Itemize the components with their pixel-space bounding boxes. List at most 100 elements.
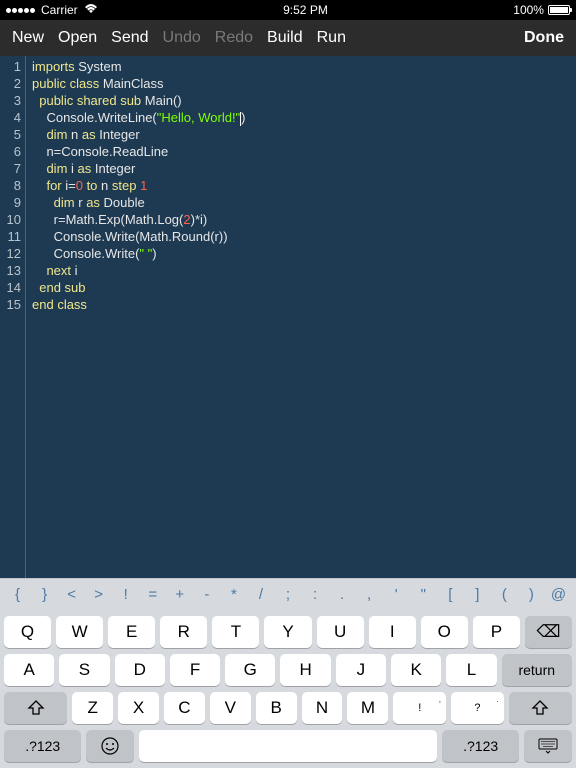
- period-key[interactable]: ?.: [451, 692, 504, 724]
- shift-key-right[interactable]: [509, 692, 572, 724]
- letter-key-l[interactable]: L: [446, 654, 496, 686]
- letter-key-x[interactable]: X: [118, 692, 159, 724]
- letter-key-s[interactable]: S: [59, 654, 109, 686]
- code-area[interactable]: imports System public class MainClass pu…: [26, 56, 576, 578]
- letter-key-z[interactable]: Z: [72, 692, 113, 724]
- shift-icon: [531, 700, 549, 716]
- symbol-key[interactable]: -: [193, 586, 220, 603]
- letter-key-h[interactable]: H: [280, 654, 330, 686]
- symbol-key[interactable]: (: [491, 586, 518, 603]
- shift-key[interactable]: [4, 692, 67, 724]
- code-token: Integer: [96, 127, 140, 142]
- hide-keyboard-key[interactable]: [524, 730, 572, 762]
- code-token: i=: [62, 178, 76, 193]
- keyboard-icon: [537, 738, 559, 754]
- line-number: 3: [0, 92, 21, 109]
- code-token: public: [32, 76, 66, 91]
- keyboard-row: ZXCVBNM !, ?.: [4, 692, 572, 724]
- run-button[interactable]: Run: [317, 29, 346, 47]
- letter-key-b[interactable]: B: [256, 692, 297, 724]
- letter-key-g[interactable]: G: [225, 654, 275, 686]
- return-key[interactable]: return: [502, 654, 572, 686]
- symbol-key[interactable]: ): [518, 586, 545, 603]
- symbol-key[interactable]: @: [545, 586, 572, 603]
- redo-button[interactable]: Redo: [215, 29, 253, 47]
- symbol-key[interactable]: /: [247, 586, 274, 603]
- symbol-key[interactable]: [: [437, 586, 464, 603]
- code-token: public: [39, 93, 73, 108]
- open-button[interactable]: Open: [58, 29, 97, 47]
- letter-key-f[interactable]: F: [170, 654, 220, 686]
- code-token: Double: [100, 195, 145, 210]
- line-number: 1: [0, 58, 21, 75]
- letter-key-v[interactable]: V: [210, 692, 251, 724]
- code-token: r: [75, 195, 87, 210]
- code-token: next: [46, 263, 71, 278]
- done-button[interactable]: Done: [524, 29, 564, 47]
- comma-key[interactable]: !,: [393, 692, 446, 724]
- symbol-key[interactable]: }: [31, 586, 58, 603]
- symbol-key[interactable]: !: [112, 586, 139, 603]
- space-key[interactable]: [139, 730, 437, 762]
- line-number: 7: [0, 160, 21, 177]
- letter-key-q[interactable]: Q: [4, 616, 51, 648]
- code-token: n=Console.ReadLine: [46, 144, 168, 159]
- letter-key-e[interactable]: E: [108, 616, 155, 648]
- emoji-key[interactable]: [86, 730, 134, 762]
- letter-key-n[interactable]: N: [302, 692, 343, 724]
- undo-button[interactable]: Undo: [163, 29, 201, 47]
- backspace-key[interactable]: ⌫: [525, 616, 572, 648]
- letter-key-t[interactable]: T: [212, 616, 259, 648]
- letter-key-p[interactable]: P: [473, 616, 520, 648]
- symbol-key[interactable]: +: [166, 586, 193, 603]
- wifi-icon: [84, 3, 98, 17]
- symbol-key[interactable]: :: [302, 586, 329, 603]
- code-token: 2: [183, 212, 190, 227]
- shift-icon: [27, 700, 45, 716]
- symbol-row: {}<>!=+-*/;:.,'"[]()@: [0, 578, 576, 610]
- number-key-right[interactable]: .?123: [442, 730, 519, 762]
- status-right: 100%: [513, 3, 570, 17]
- symbol-key[interactable]: <: [58, 586, 85, 603]
- letter-key-r[interactable]: R: [160, 616, 207, 648]
- symbol-key[interactable]: =: [139, 586, 166, 603]
- letter-key-c[interactable]: C: [164, 692, 205, 724]
- symbol-key[interactable]: ': [383, 586, 410, 603]
- letter-key-o[interactable]: O: [421, 616, 468, 648]
- code-token: for: [46, 178, 61, 193]
- letter-key-y[interactable]: Y: [264, 616, 311, 648]
- code-token: sub: [61, 280, 86, 295]
- emoji-icon: [100, 736, 120, 756]
- send-button[interactable]: Send: [111, 29, 148, 47]
- letter-key-m[interactable]: M: [347, 692, 388, 724]
- battery-percent: 100%: [513, 3, 544, 17]
- code-token: step: [112, 178, 137, 193]
- letter-key-a[interactable]: A: [4, 654, 54, 686]
- symbol-key[interactable]: ]: [464, 586, 491, 603]
- status-bar: Carrier 9:52 PM 100%: [0, 0, 576, 20]
- build-button[interactable]: Build: [267, 29, 303, 47]
- letter-key-j[interactable]: J: [336, 654, 386, 686]
- toolbar: New Open Send Undo Redo Build Run Done: [0, 20, 576, 56]
- code-editor[interactable]: 123456789101112131415 imports System pub…: [0, 56, 576, 578]
- symbol-key[interactable]: ": [410, 586, 437, 603]
- code-token: dim: [54, 195, 75, 210]
- line-number: 2: [0, 75, 21, 92]
- symbol-key[interactable]: {: [4, 586, 31, 603]
- code-token: n: [67, 127, 81, 142]
- symbol-key[interactable]: ,: [356, 586, 383, 603]
- code-token: "Hello, World!": [157, 110, 240, 125]
- symbol-key[interactable]: >: [85, 586, 112, 603]
- carrier-label: Carrier: [41, 3, 78, 17]
- symbol-key[interactable]: *: [220, 586, 247, 603]
- symbol-key[interactable]: ;: [274, 586, 301, 603]
- symbol-key[interactable]: .: [329, 586, 356, 603]
- number-key[interactable]: .?123: [4, 730, 81, 762]
- code-token: end: [39, 280, 61, 295]
- letter-key-w[interactable]: W: [56, 616, 103, 648]
- new-button[interactable]: New: [12, 29, 44, 47]
- letter-key-k[interactable]: K: [391, 654, 441, 686]
- letter-key-i[interactable]: I: [369, 616, 416, 648]
- letter-key-u[interactable]: U: [317, 616, 364, 648]
- letter-key-d[interactable]: D: [115, 654, 165, 686]
